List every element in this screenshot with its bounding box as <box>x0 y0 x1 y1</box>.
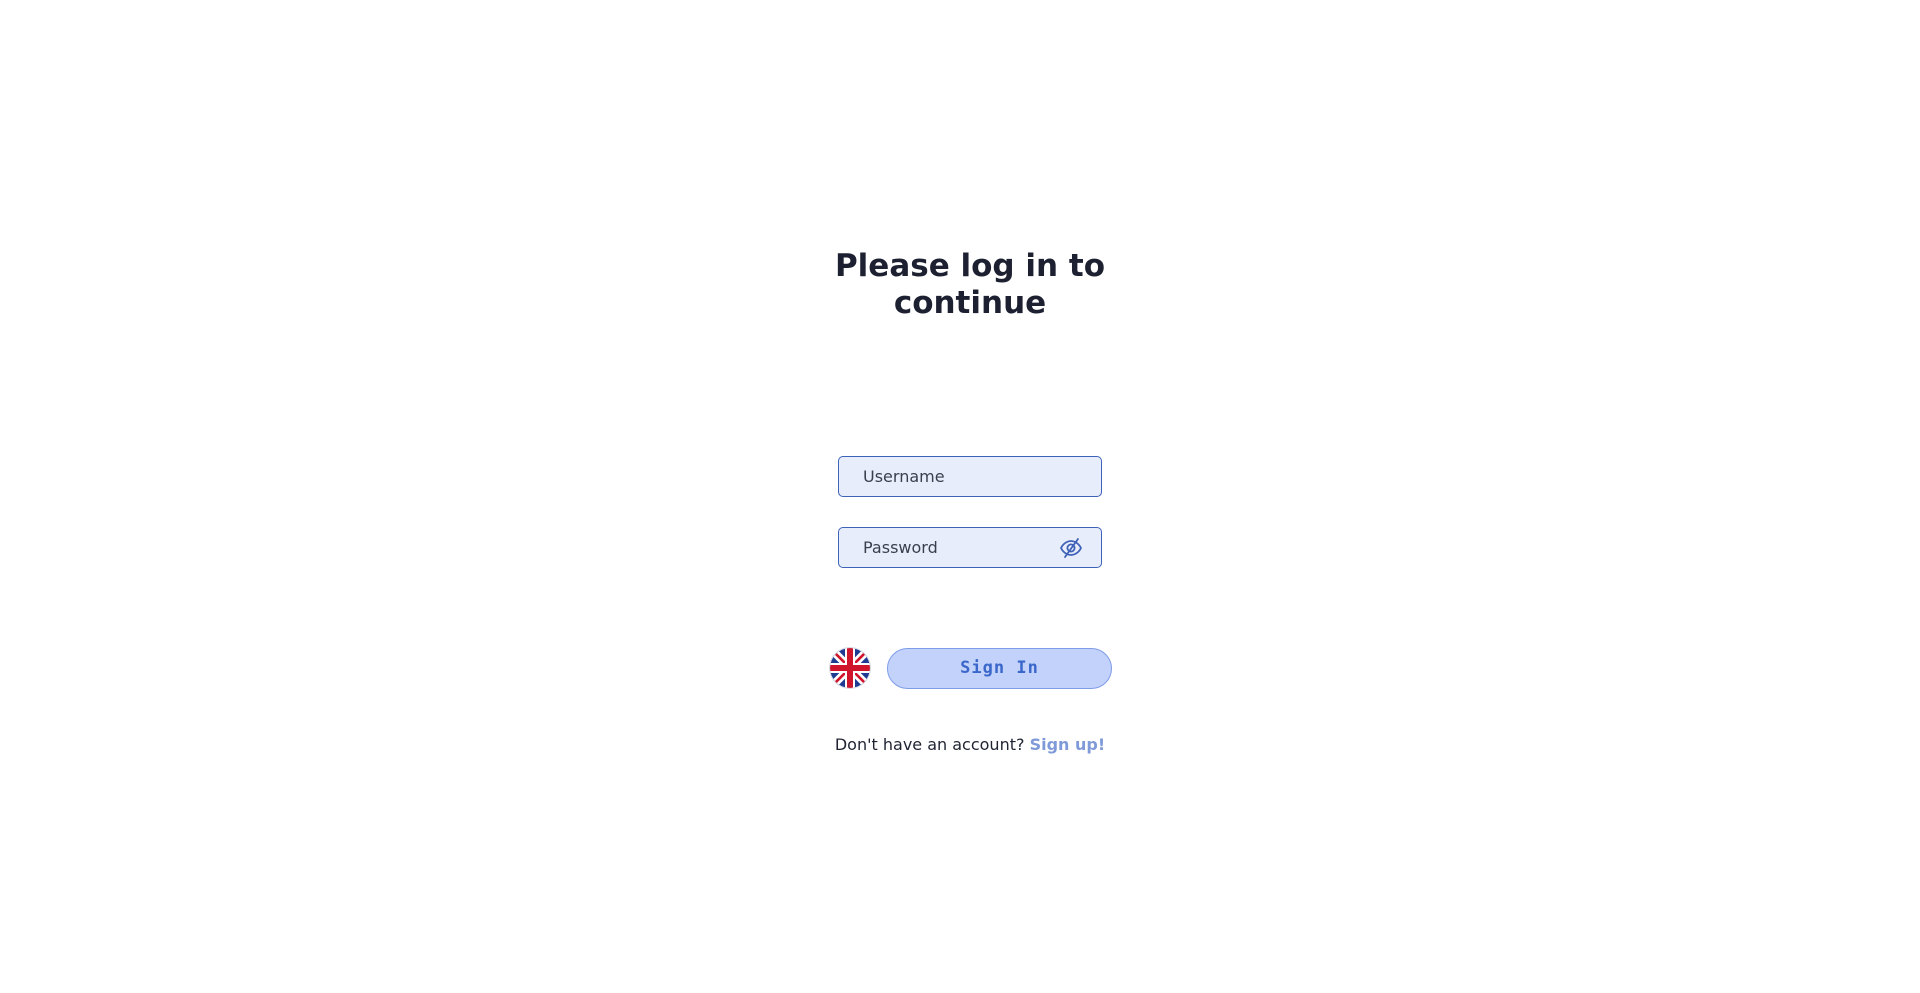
sign-in-button[interactable]: Sign In <box>887 648 1112 689</box>
eye-off-icon[interactable] <box>1059 537 1083 559</box>
username-input[interactable] <box>839 457 1101 496</box>
login-page: Please log in to continue Username Sign … <box>0 0 1920 993</box>
uk-flag-icon[interactable] <box>830 648 870 688</box>
username-field-wrapper <box>838 456 1102 497</box>
signup-prompt: Don't have an account? <box>834 735 1025 754</box>
password-field-wrapper <box>838 527 1102 568</box>
page-title: Please log in to continue <box>834 248 1106 321</box>
signup-row: Don't have an account? Sign up! <box>790 735 1150 754</box>
signup-link[interactable]: Sign up! <box>1030 735 1106 754</box>
